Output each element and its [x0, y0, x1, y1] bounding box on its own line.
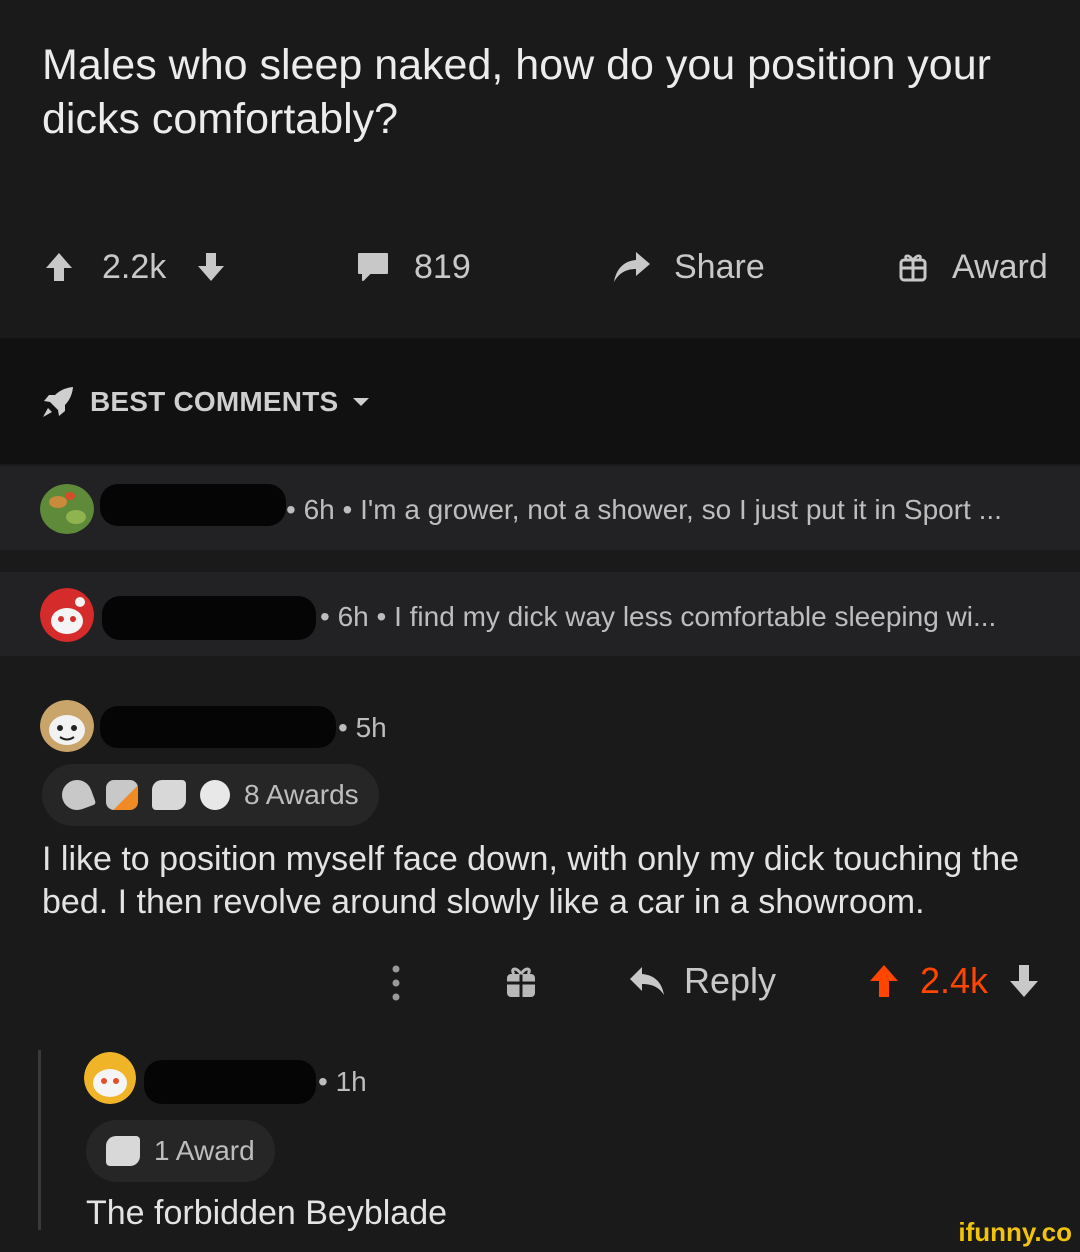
- avatar[interactable]: [84, 1052, 136, 1104]
- redacted-username: [100, 484, 286, 526]
- chevron-down-icon: [353, 398, 370, 406]
- awards-pill[interactable]: 1 Award: [86, 1120, 275, 1182]
- thread-line[interactable]: [38, 1050, 41, 1230]
- award-label: Award: [952, 247, 1048, 286]
- sort-dropdown[interactable]: BEST COMMENTS: [40, 384, 370, 420]
- more-options-icon[interactable]: [390, 964, 402, 1002]
- post-title[interactable]: Males who sleep naked, how do you positi…: [42, 38, 1042, 146]
- comment-vote: 2.4k: [868, 960, 1040, 1002]
- reply-body: The forbidden Beyblade: [86, 1194, 448, 1232]
- downvote-icon[interactable]: [1008, 963, 1040, 999]
- gift-icon[interactable]: [504, 964, 538, 1000]
- comment-preview: • 6h • I'm a grower, not a shower, so I …: [286, 494, 1002, 525]
- share-button[interactable]: Share: [612, 240, 765, 294]
- award-icon: [57, 775, 97, 815]
- redacted-username: [100, 706, 336, 748]
- award-button[interactable]: Award: [898, 240, 1048, 294]
- gift-icon: [899, 254, 927, 282]
- post-card: Males who sleep naked, how do you positi…: [0, 0, 1080, 338]
- watermark-logo: ifunny.co: [958, 1217, 1072, 1247]
- comment-count: 819: [414, 247, 471, 286]
- award-icon: [106, 1136, 140, 1166]
- redacted-username: [144, 1060, 316, 1104]
- share-label: Share: [674, 247, 765, 286]
- comments-button[interactable]: 819: [356, 240, 471, 294]
- share-icon: [614, 252, 650, 282]
- comment-toolbar: Reply 2.4k: [0, 952, 1080, 1012]
- upvote-icon[interactable]: [868, 963, 900, 999]
- avatar[interactable]: [40, 588, 94, 642]
- reply-label: Reply: [684, 960, 777, 1001]
- sort-label: BEST COMMENTS: [90, 386, 339, 417]
- avatar[interactable]: [40, 700, 94, 752]
- reply-button[interactable]: Reply: [628, 960, 776, 1002]
- award-icon: [200, 780, 230, 810]
- avatar[interactable]: [40, 484, 94, 534]
- post-action-bar: 2.2k 819 Share Award: [0, 240, 1080, 294]
- upvote-icon[interactable]: [44, 251, 74, 283]
- redacted-username: [102, 596, 316, 640]
- rocket-icon: [43, 387, 73, 417]
- awards-count: 8 Awards: [244, 779, 359, 810]
- awards-count: 1 Award: [154, 1135, 255, 1166]
- comment-icon: [358, 253, 388, 281]
- post-score: 2.2k: [102, 247, 167, 286]
- comment-meta: • 5h: [338, 712, 387, 743]
- comment-score: 2.4k: [920, 960, 989, 1001]
- awards-pill[interactable]: 8 Awards: [42, 764, 379, 826]
- reply-icon: [630, 967, 664, 995]
- comment-preview: • 6h • I find my dick way less comfortab…: [320, 601, 997, 632]
- comment-body: I like to position myself face down, wit…: [42, 840, 1020, 921]
- award-icon: [106, 780, 138, 810]
- comment-meta: • 1h: [318, 1066, 367, 1097]
- award-icon: [152, 780, 186, 810]
- downvote-icon[interactable]: [196, 251, 226, 283]
- post-vote: 2.2k: [44, 240, 226, 294]
